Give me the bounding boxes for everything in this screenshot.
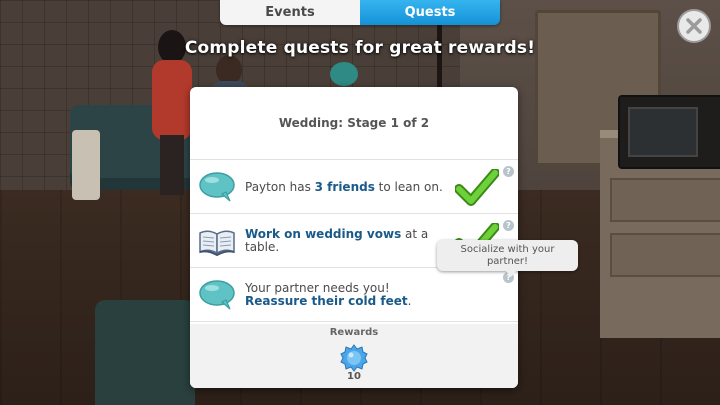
- quests-heading: Complete quests for great rewards!: [184, 38, 536, 58]
- tab-events[interactable]: Events: [220, 0, 360, 25]
- sim-character-head: [330, 62, 358, 86]
- task-text-highlight: Reassure their cold feet: [245, 294, 408, 308]
- microwave: [618, 95, 720, 169]
- task-text: Payton has: [245, 179, 315, 194]
- close-x-icon: [686, 18, 702, 34]
- rewards-section: Rewards 10: [190, 324, 518, 388]
- quest-task-3[interactable]: Your partner needs you! Reassure their co…: [190, 268, 518, 322]
- task-description: Your partner needs you! Reassure their co…: [245, 268, 445, 322]
- teal-chair: [95, 300, 195, 405]
- task-text: .: [407, 294, 412, 308]
- blue-gem-badge-icon: [340, 344, 368, 372]
- task-description: Payton has 3 friends to lean on.: [245, 160, 445, 214]
- task-description: Work on wedding vows at a table.: [245, 214, 445, 268]
- checkmark-icon: [455, 169, 499, 206]
- book-icon: [199, 230, 235, 257]
- rewards-label: Rewards: [329, 327, 379, 338]
- speech-bubble-icon: [199, 280, 235, 310]
- counter-drawer: [610, 233, 720, 277]
- counter-drawer: [610, 178, 720, 222]
- task-text: to lean on.: [374, 179, 443, 194]
- reward-value: 10: [347, 371, 361, 382]
- stage-title: Wedding: Stage 1 of 2: [190, 87, 518, 160]
- speech-bubble-icon: [199, 172, 235, 202]
- task-text: Your partner needs you!: [245, 281, 390, 295]
- quest-task-1[interactable]: Payton has 3 friends to lean on. ?: [190, 160, 518, 214]
- task-text-highlight: Work on wedding vows: [245, 227, 402, 241]
- quest-panel: Wedding: Stage 1 of 2 Payton has 3 frien…: [190, 87, 518, 388]
- hint-tooltip: Socialize with your partner!: [437, 240, 578, 271]
- info-icon[interactable]: ?: [503, 166, 514, 177]
- sofa-arm: [72, 130, 100, 200]
- task-text-highlight: 3 friends: [314, 179, 375, 194]
- tooltip-pointer: [505, 270, 517, 277]
- tab-bar: Events Quests: [220, 0, 500, 25]
- info-icon[interactable]: ?: [503, 220, 514, 231]
- tab-quests[interactable]: Quests: [360, 0, 500, 25]
